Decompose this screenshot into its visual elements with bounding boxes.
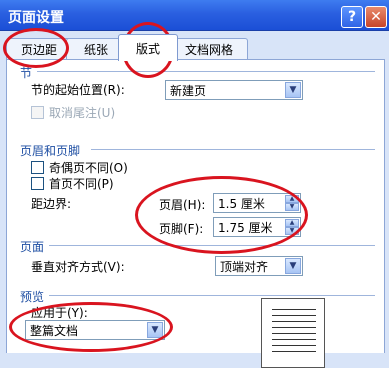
preview-line: [272, 345, 316, 346]
select-value: 整篇文档: [30, 323, 79, 338]
divider: [91, 149, 375, 150]
tab-strip: 页边距 纸张 版式 文档网格: [0, 30, 389, 61]
layout-panel: 节 节的起始位置(R): 新建页 ▼ 取消尾注(U) 页眉和页脚 奇偶页不同(O…: [6, 59, 385, 368]
divider: [37, 71, 375, 72]
apply-to-select[interactable]: 整篇文档 ▼: [25, 320, 165, 340]
header-distance-spinner[interactable]: 1.5 厘米 ▲ ▼: [213, 193, 301, 213]
footer-distance-label: 页脚(F):: [159, 222, 204, 236]
spin-down-icon[interactable]: ▼: [285, 203, 299, 211]
divider: [49, 295, 375, 296]
tab-label: 版式: [135, 41, 160, 56]
chevron-down-icon: ▼: [285, 258, 301, 274]
spin-up-icon[interactable]: ▲: [285, 195, 299, 203]
spin-down-icon[interactable]: ▼: [285, 227, 299, 235]
tab-margins[interactable]: 页边距: [6, 38, 72, 59]
from-edge-label: 距边界:: [31, 197, 72, 211]
preview-line: [272, 327, 316, 328]
window-title: 页面设置: [8, 10, 64, 26]
preview-line: [272, 309, 316, 310]
close-icon: ✕: [370, 9, 382, 25]
footer-distance-spinner[interactable]: 1.75 厘米 ▲ ▼: [213, 217, 301, 237]
help-icon: ?: [347, 9, 357, 25]
tab-document-grid[interactable]: 文档网格: [170, 38, 248, 59]
first-page-label: 首页不同(P): [49, 177, 114, 191]
tab-label: 纸张: [83, 42, 108, 57]
tab-label: 页边距: [20, 42, 57, 57]
suppress-endnotes-label: 取消尾注(U): [49, 106, 116, 120]
preview-line: [272, 339, 316, 340]
section-start-label: 节的起始位置(R):: [31, 83, 125, 97]
vertical-alignment-label: 垂直对齐方式(V):: [31, 260, 125, 274]
odd-even-label: 奇偶页不同(O): [49, 161, 128, 175]
tab-label: 文档网格: [184, 42, 233, 57]
preview-line: [272, 333, 316, 334]
section-start-select[interactable]: 新建页 ▼: [165, 80, 303, 100]
page-preview: [261, 298, 325, 368]
preview-line: [272, 315, 316, 316]
headers-footers-title: 页眉和页脚: [20, 144, 81, 158]
header-distance-label: 页眉(H):: [159, 198, 206, 212]
section-title: 节: [20, 66, 33, 80]
tab-layout[interactable]: 版式: [118, 34, 178, 61]
spin-up-icon[interactable]: ▲: [285, 219, 299, 227]
suppress-endnotes-checkbox[interactable]: [31, 106, 44, 119]
chevron-down-icon: ▼: [147, 322, 163, 338]
spinner-value: 1.5 厘米: [218, 196, 265, 211]
odd-even-checkbox[interactable]: [31, 161, 44, 174]
preview-section-title: 预览: [20, 290, 45, 304]
select-value: 新建页: [170, 83, 207, 98]
chevron-down-icon: ▼: [285, 82, 301, 98]
apply-to-label: 应用于(Y):: [31, 306, 88, 320]
select-value: 顶端对齐: [220, 259, 269, 274]
spinner-value: 1.75 厘米: [218, 220, 273, 235]
preview-line: [272, 321, 316, 322]
title-bar: 页面设置 ? ✕: [0, 0, 389, 31]
help-button[interactable]: ?: [341, 6, 363, 28]
first-page-checkbox[interactable]: [31, 177, 44, 190]
close-button[interactable]: ✕: [365, 6, 387, 28]
divider: [49, 245, 375, 246]
page-section-title: 页面: [20, 240, 45, 254]
vertical-alignment-select[interactable]: 顶端对齐 ▼: [215, 256, 303, 276]
tab-paper[interactable]: 纸张: [66, 38, 126, 59]
